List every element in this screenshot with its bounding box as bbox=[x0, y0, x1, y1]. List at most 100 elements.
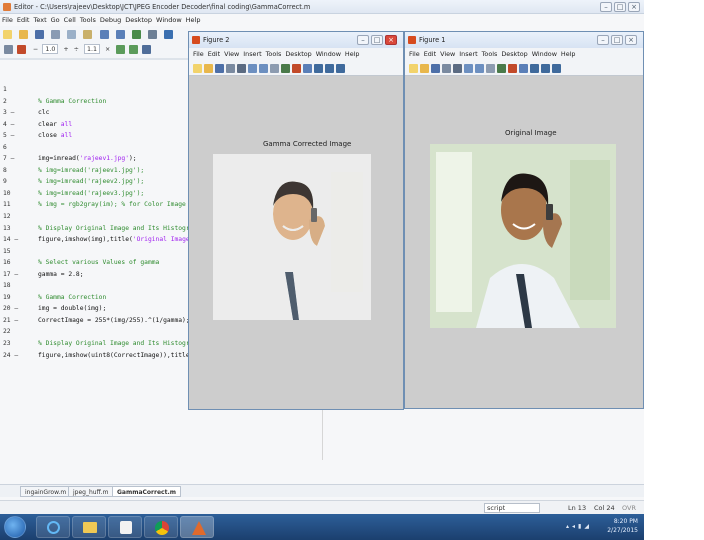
fig1-print-icon[interactable] bbox=[442, 64, 451, 73]
fig2-open-icon[interactable] bbox=[204, 64, 213, 73]
fig1-colorbar-icon[interactable] bbox=[530, 64, 539, 73]
code-line[interactable]: gamma = 2.8; bbox=[38, 269, 198, 281]
fig1-menu-desktop[interactable]: Desktop bbox=[501, 50, 527, 58]
save-icon[interactable] bbox=[35, 30, 45, 39]
fig2-menu-help[interactable]: Help bbox=[345, 50, 360, 58]
menu-go[interactable]: Go bbox=[51, 16, 60, 24]
code-line[interactable] bbox=[38, 84, 198, 96]
fig2-menu-window[interactable]: Window bbox=[316, 50, 341, 58]
fig2-print-icon[interactable] bbox=[226, 64, 235, 73]
figure-2-maximize-button[interactable]: □ bbox=[371, 35, 383, 45]
copy-icon[interactable] bbox=[67, 30, 77, 39]
undo-icon[interactable] bbox=[99, 30, 109, 39]
code-line[interactable]: clear all bbox=[38, 119, 198, 131]
fig1-menu-window[interactable]: Window bbox=[532, 50, 557, 58]
code-line[interactable]: figure,imshow(img),title('Original Image… bbox=[38, 234, 198, 246]
fig1-menu-help[interactable]: Help bbox=[561, 50, 576, 58]
fig2-save-icon[interactable] bbox=[215, 64, 224, 73]
fig2-rotate-icon[interactable] bbox=[281, 64, 290, 73]
code-line[interactable]: % img=imread('rajeev1.jpg'); bbox=[38, 165, 198, 177]
fig1-menu-view[interactable]: View bbox=[440, 50, 455, 58]
code-line[interactable]: % Gamma Correction bbox=[38, 96, 198, 108]
back-icon[interactable] bbox=[163, 30, 173, 39]
fig2-menu-edit[interactable]: Edit bbox=[208, 50, 220, 58]
fig1-pan-icon[interactable] bbox=[486, 64, 495, 73]
menu-window[interactable]: Window bbox=[156, 16, 182, 24]
fig1-new-icon[interactable] bbox=[409, 64, 418, 73]
cell-run-icon[interactable] bbox=[129, 44, 139, 54]
fig2-menu-desktop[interactable]: Desktop bbox=[285, 50, 311, 58]
ie-taskbar-button[interactable] bbox=[36, 516, 70, 538]
tray-time[interactable]: 8:20 PM bbox=[607, 517, 638, 526]
fig1-zoom-in-icon[interactable] bbox=[464, 64, 473, 73]
menu-help[interactable]: Help bbox=[186, 16, 201, 24]
fig2-link-icon[interactable] bbox=[303, 64, 312, 73]
close-button[interactable]: × bbox=[628, 2, 640, 12]
cell-icon[interactable] bbox=[116, 44, 126, 54]
fig1-menu-insert[interactable]: Insert bbox=[459, 50, 477, 58]
fig2-menu-view[interactable]: View bbox=[224, 50, 239, 58]
fig1-menu-edit[interactable]: Edit bbox=[424, 50, 436, 58]
code-line[interactable]: CorrectImage = 255*(img/255).^(1/gamma); bbox=[38, 315, 198, 327]
code-line[interactable] bbox=[38, 211, 198, 223]
figure-1-maximize-button[interactable]: □ bbox=[611, 35, 623, 45]
menu-text[interactable]: Text bbox=[33, 16, 46, 24]
tab-ingaingrow[interactable]: ingainGrow.m bbox=[20, 486, 72, 497]
zoom-minus-button[interactable]: − bbox=[33, 46, 38, 53]
zoom-b-field[interactable]: 1.1 bbox=[83, 44, 100, 54]
code-line[interactable]: % Gamma Correction bbox=[38, 292, 198, 304]
menu-tools[interactable]: Tools bbox=[80, 16, 96, 24]
figure-1-close-button[interactable]: × bbox=[625, 35, 637, 45]
fig2-menu-insert[interactable]: Insert bbox=[243, 50, 261, 58]
code-line[interactable] bbox=[38, 326, 198, 338]
eval-cell-icon[interactable] bbox=[17, 44, 27, 54]
plus-button[interactable]: + bbox=[63, 46, 68, 53]
minimize-button[interactable]: – bbox=[600, 2, 612, 12]
cut-icon[interactable] bbox=[51, 30, 61, 39]
code-line[interactable]: % img=imread('rajeev3.jpg'); bbox=[38, 188, 198, 200]
code-area[interactable]: % Gamma Correction clc clear all close all i… bbox=[38, 84, 198, 484]
code-line[interactable]: % Display Original Image and Its Histogr… bbox=[38, 223, 198, 235]
times-button[interactable]: × bbox=[105, 46, 110, 53]
code-line[interactable]: figure,imshow(uint8(CorrectImage)),title… bbox=[38, 350, 198, 362]
tray-date[interactable]: 2/27/2015 bbox=[607, 526, 638, 535]
figure-1-minimize-button[interactable]: – bbox=[597, 35, 609, 45]
fig2-legend-icon[interactable] bbox=[325, 64, 334, 73]
fig1-menu-file[interactable]: File bbox=[409, 50, 420, 58]
maximize-button[interactable]: □ bbox=[614, 2, 626, 12]
print-icon[interactable] bbox=[131, 30, 141, 39]
magnify-icon[interactable] bbox=[142, 44, 152, 54]
cell-mode-icon[interactable] bbox=[4, 44, 13, 54]
matlab-taskbar-button[interactable] bbox=[180, 516, 214, 538]
menu-cell[interactable]: Cell bbox=[64, 16, 76, 24]
fig2-colorbar-icon[interactable] bbox=[314, 64, 323, 73]
fig2-menu-tools[interactable]: Tools bbox=[266, 50, 282, 58]
fig1-save-icon[interactable] bbox=[431, 64, 440, 73]
code-line[interactable]: close all bbox=[38, 130, 198, 142]
menu-file[interactable]: File bbox=[2, 16, 13, 24]
fig2-pointer-icon[interactable] bbox=[237, 64, 246, 73]
code-line[interactable]: % img=imread('rajeev2.jpg'); bbox=[38, 176, 198, 188]
menu-desktop[interactable]: Desktop bbox=[125, 16, 152, 24]
tab-gammacorrect[interactable]: GammaCorrect.m bbox=[112, 486, 181, 497]
code-line[interactable]: clc bbox=[38, 107, 198, 119]
tab-jpeg-huff[interactable]: jpeg_huff.m bbox=[68, 486, 114, 497]
code-line[interactable] bbox=[38, 246, 198, 258]
fig1-open-icon[interactable] bbox=[420, 64, 429, 73]
code-line[interactable] bbox=[38, 280, 198, 292]
menu-edit[interactable]: Edit bbox=[17, 16, 30, 24]
fig1-link-icon[interactable] bbox=[519, 64, 528, 73]
tray-icons[interactable]: ▴◂▮◢ bbox=[566, 523, 596, 531]
code-line[interactable]: % img = rgb2gray(im); % for Color Image bbox=[38, 199, 198, 211]
fig2-zoom-in-icon[interactable] bbox=[248, 64, 257, 73]
media-taskbar-button[interactable] bbox=[108, 516, 142, 538]
fig1-menu-tools[interactable]: Tools bbox=[482, 50, 498, 58]
fig1-zoom-out-icon[interactable] bbox=[475, 64, 484, 73]
start-button[interactable] bbox=[4, 516, 26, 538]
fig1-rotate-icon[interactable] bbox=[497, 64, 506, 73]
explorer-taskbar-button[interactable] bbox=[72, 516, 106, 538]
fig1-plot-tools-icon[interactable] bbox=[552, 64, 561, 73]
fig2-brush-icon[interactable] bbox=[292, 64, 301, 73]
fig2-pan-icon[interactable] bbox=[270, 64, 279, 73]
code-line[interactable]: img=imread('rajeev1.jpg'); bbox=[38, 153, 198, 165]
